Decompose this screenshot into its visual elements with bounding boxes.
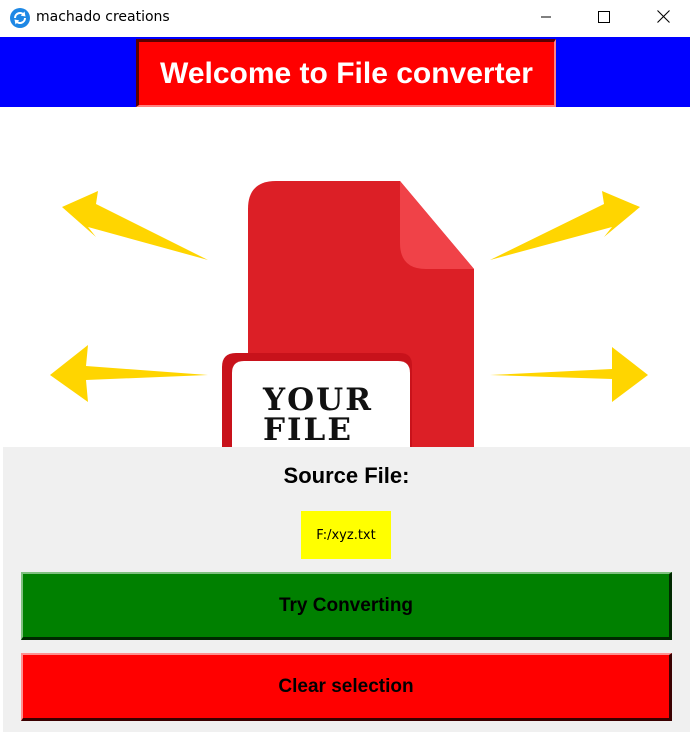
- header-title-box: Welcome to File converter: [136, 39, 556, 107]
- file-path-display: F:/xyz.txt: [301, 511, 391, 559]
- arrow-icon: [490, 347, 648, 402]
- source-file-label: Source File:: [283, 463, 410, 488]
- document-label-line2: FILE: [263, 412, 353, 447]
- try-converting-button[interactable]: Try Converting: [21, 572, 672, 640]
- minimize-button[interactable]: [523, 0, 569, 37]
- header-banner: Welcome to File converter: [0, 37, 690, 107]
- close-icon: [656, 9, 670, 28]
- window-title: machado creations: [36, 9, 170, 25]
- arrow-icon: [490, 191, 640, 260]
- clear-selection-button[interactable]: Clear selection: [21, 653, 672, 721]
- refresh-icon: [10, 8, 30, 28]
- page-title: Welcome to File converter: [160, 56, 533, 90]
- arrow-icon: [62, 191, 208, 260]
- maximize-icon: [598, 10, 610, 28]
- maximize-button[interactable]: [581, 0, 627, 37]
- converter-panel: Source File: F:/xyz.txt Try Converting C…: [3, 447, 690, 732]
- arrow-icon: [50, 345, 208, 402]
- document-icon: YOUR FILE: [222, 181, 474, 447]
- title-bar: machado creations: [0, 0, 690, 37]
- minimize-icon: [540, 10, 552, 28]
- close-button[interactable]: [640, 0, 686, 37]
- file-illustration: YOUR FILE: [0, 107, 690, 447]
